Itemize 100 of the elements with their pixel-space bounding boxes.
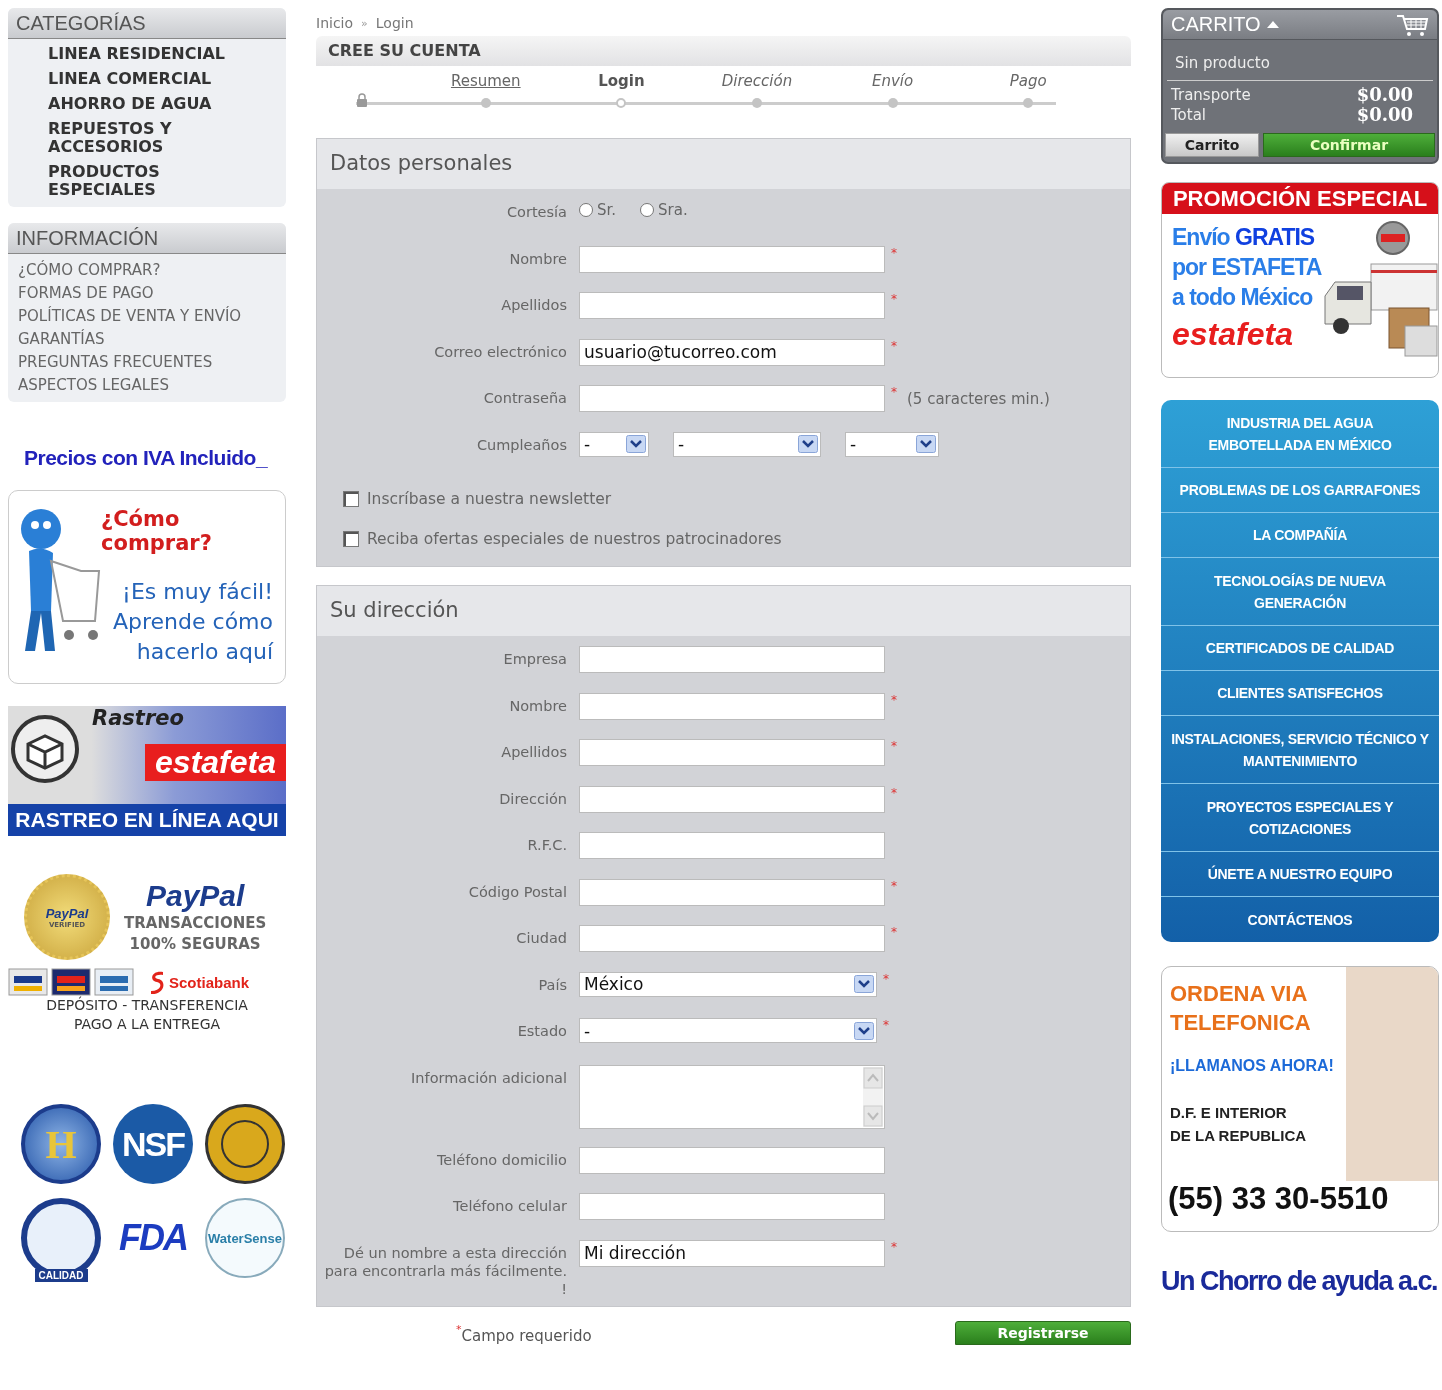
category-link[interactable]: LINEA COMERCIAL	[48, 70, 258, 88]
text-area[interactable]	[579, 1064, 885, 1129]
banner-title: ORDENA VIA	[1170, 980, 1309, 1008]
menu-link[interactable]: PROYECTOS ESPECIALES Y COTIZACIONES	[1161, 784, 1439, 852]
phone-order-banner[interactable]: ORDENA VIA TELEFONICA ¡LLAMANOS AHORA! D.F. E INTERIOR DE LA REPUBLICA (55) 33 30-5510	[1161, 966, 1439, 1232]
menu-link[interactable]: INDUSTRIA DEL AGUA EMBOTELLADA EN MÉXICO	[1161, 400, 1439, 468]
input-field[interactable]: Mi dirección	[579, 1239, 885, 1267]
checkbox[interactable]	[343, 491, 359, 507]
register-button[interactable]: Registrarse	[955, 1320, 1131, 1345]
category-link[interactable]: AHORRO DE AGUA	[48, 95, 258, 113]
certification-logo: NSF	[113, 1104, 193, 1184]
breadcrumb-link[interactable]: Login	[375, 15, 414, 31]
menu-link[interactable]: CONTÁCTENOS	[1161, 897, 1439, 942]
step-label: Pago	[1009, 72, 1047, 90]
tracking-banner[interactable]: Rastreo estafeta RASTREO EN LÍNEA AQUI	[8, 706, 286, 836]
input-field[interactable]	[579, 739, 885, 766]
info-link[interactable]: PREGUNTAS FRECUENTES	[18, 353, 258, 371]
input-field[interactable]	[579, 692, 885, 720]
breadcrumb-link[interactable]: Inicio	[316, 15, 354, 31]
field-label: Ciudad	[515, 929, 567, 947]
dropdown[interactable]: -	[673, 431, 821, 457]
input-field[interactable]	[579, 1146, 885, 1174]
scrollbar-icon	[863, 1066, 883, 1127]
menu-link[interactable]: CERTIFICADOS DE CALIDAD	[1161, 626, 1439, 671]
info-link[interactable]: ASPECTOS LEGALES	[18, 376, 258, 394]
input-field[interactable]	[579, 878, 885, 906]
banner-text: DE LA REPUBLICA	[1170, 1126, 1308, 1146]
banner-title: ¿Cómo comprar?	[101, 507, 213, 555]
chevron-down-icon	[854, 975, 874, 993]
promo-text: por ESTAFETA	[1172, 253, 1322, 282]
menu-link[interactable]: ÚNETE A NUESTRO EQUIPO	[1161, 852, 1439, 897]
field-label: Teléfono celular	[452, 1197, 567, 1215]
category-link[interactable]: REPUESTOS Y ACCESORIOS	[48, 120, 258, 156]
cart-icon	[1395, 12, 1429, 37]
caret-icon[interactable]	[1266, 21, 1279, 28]
field-label: R.F.C.	[526, 836, 567, 854]
menu-link[interactable]: INSTALACIONES, SERVICIO TÉCNICO Y MANTENIMIENTO	[1161, 716, 1439, 784]
dropdown[interactable]: -	[845, 431, 939, 457]
input-field[interactable]	[579, 832, 885, 859]
banner-title: TELEFONICA	[1170, 1009, 1312, 1037]
field-label: Apellidos	[500, 743, 567, 761]
radio-button[interactable]	[640, 203, 655, 217]
info-link[interactable]: FORMAS DE PAGO	[18, 284, 258, 302]
banner-text: ¡Es muy fácil!	[122, 578, 273, 606]
dropdown[interactable]: -	[579, 431, 649, 457]
input-field[interactable]	[579, 292, 885, 319]
credit-card-icon	[94, 968, 134, 996]
field-label: Código Postal	[467, 882, 567, 901]
required-mark: *	[891, 245, 897, 260]
field-label: Nombre	[508, 696, 567, 715]
menu-link[interactable]: CLIENTES SATISFECHOS	[1161, 671, 1439, 716]
input-field[interactable]	[579, 646, 885, 673]
lock-icon	[356, 93, 368, 107]
category-link[interactable]: PRODUCTOS ESPECIALES	[48, 163, 258, 199]
banner-caption: RASTREO EN LÍNEA AQUI	[8, 804, 286, 836]
promo-banner[interactable]: PROMOCIÓN ESPECIAL Envío GRATIS por ESTAFETA a todo México estafeta	[1161, 182, 1439, 378]
banner-text: Aprende cómo	[113, 608, 273, 636]
category-link[interactable]: LINEA RESIDENCIAL	[48, 45, 258, 63]
step-dot	[480, 98, 491, 108]
input-field[interactable]	[579, 925, 885, 952]
banner-text: hacerlo aquí	[136, 638, 273, 666]
input-field[interactable]	[579, 785, 885, 813]
dropdown[interactable]: -	[579, 1018, 877, 1043]
field-label: Correo electrónico	[433, 342, 567, 361]
promo-text: a todo México	[1172, 283, 1314, 312]
input-field[interactable]	[579, 245, 885, 273]
step-label: Envío	[871, 72, 914, 90]
how-to-buy-banner[interactable]: ¿Cómo comprar? ¡Es muy fácil! Aprende cómo hacerlo aquí	[8, 490, 286, 684]
radio-label: Sra.	[658, 201, 688, 219]
step-dot	[1023, 98, 1034, 108]
info-link[interactable]: GARANTÍAS	[18, 330, 258, 348]
field-label: Empresa	[502, 650, 567, 668]
field-label: Información adicional	[410, 1068, 567, 1087]
input-field[interactable]	[579, 385, 885, 412]
field-label: Cortesía	[505, 203, 567, 221]
radio-label: Sr.	[597, 201, 617, 219]
cart-button[interactable]: Carrito	[1165, 133, 1259, 157]
credit-card-icon	[51, 968, 91, 996]
step-label[interactable]: Resumen	[450, 72, 521, 90]
info-link[interactable]: POLÍTICAS DE VENTA Y ENVÍO	[18, 307, 258, 325]
checkbox[interactable]	[343, 531, 359, 547]
menu-link[interactable]: LA COMPAÑÍA	[1161, 513, 1439, 558]
step-label: Login	[598, 72, 645, 90]
dropdown[interactable]: México	[579, 971, 877, 997]
pay-text: 100% SEGURAS	[129, 934, 261, 955]
required-mark: *	[891, 385, 897, 399]
menu-link[interactable]: PROBLEMAS DE LOS GARRAFONES	[1161, 468, 1439, 513]
step-dot	[616, 98, 627, 108]
info-link[interactable]: ¿CÓMO COMPRAR?	[18, 261, 258, 279]
paypal-logo: PayPal	[145, 879, 245, 913]
payment-method: PAGO A LA ENTREGA	[73, 1015, 221, 1034]
checkbox-label: Inscríbase a nuestra newsletter	[367, 490, 612, 508]
confirm-button[interactable]: Confirmar	[1263, 133, 1435, 157]
input-field[interactable]	[579, 1193, 885, 1220]
field-label: País	[537, 975, 567, 994]
total-label: Total	[1171, 105, 1207, 125]
menu-link[interactable]: TECNOLOGÍAS DE NUEVA GENERACIÓN	[1161, 558, 1439, 626]
input-field[interactable]: usuario@tucorreo.com	[579, 338, 885, 366]
seal-text: PayPal	[45, 905, 89, 921]
radio-button[interactable]	[579, 203, 593, 217]
